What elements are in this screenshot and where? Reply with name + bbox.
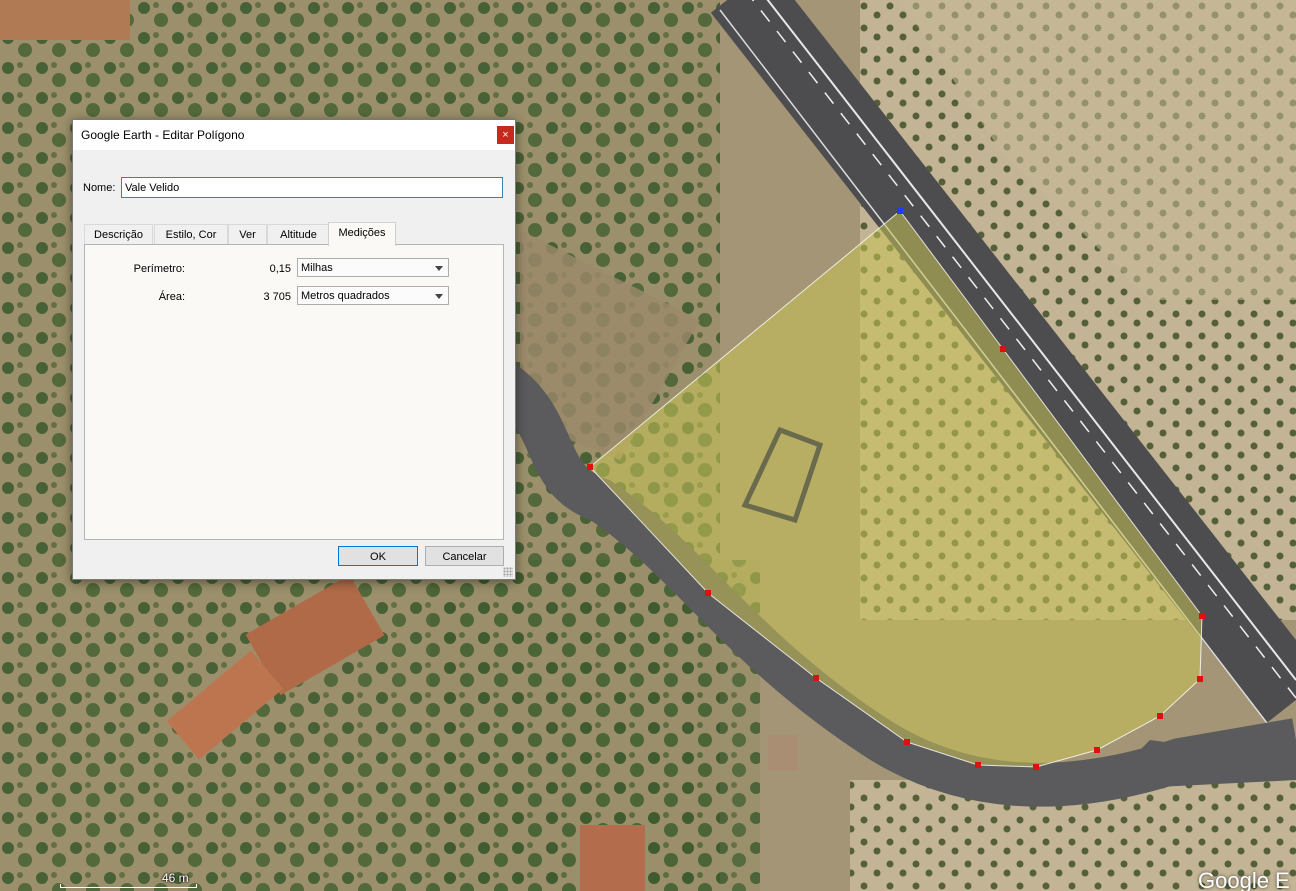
area-label: Área: xyxy=(158,291,185,303)
tab-altitude[interactable]: Altitude xyxy=(267,224,330,245)
polygon-vertex[interactable] xyxy=(1199,613,1205,619)
polygon-vertex[interactable] xyxy=(587,464,593,470)
area-unit-value: Metros quadrados xyxy=(301,290,390,302)
polygon-vertex[interactable] xyxy=(1094,747,1100,753)
ok-button[interactable]: OK xyxy=(338,546,418,566)
polygon-vertex[interactable] xyxy=(813,675,819,681)
perimeter-unit-value: Milhas xyxy=(301,262,333,274)
tab-estilo-cor[interactable]: Estilo, Cor xyxy=(154,224,228,245)
area-value: 3 705 xyxy=(263,291,291,303)
area-unit-select[interactable]: Metros quadrados xyxy=(297,286,449,305)
polygon-vertex[interactable] xyxy=(1033,764,1039,770)
perimeter-label: Perímetro: xyxy=(133,263,185,275)
perimeter-unit-select[interactable]: Milhas xyxy=(297,258,449,277)
polygon-vertex[interactable] xyxy=(975,762,981,768)
scale-label: 46 m xyxy=(162,871,189,885)
polygon-vertex[interactable] xyxy=(904,739,910,745)
dialog-titlebar[interactable]: Google Earth - Editar Polígono × xyxy=(73,120,515,150)
polygon-vertex-selected[interactable] xyxy=(897,208,903,214)
polygon-vertex[interactable] xyxy=(1157,713,1163,719)
polygon-vertex[interactable] xyxy=(705,590,711,596)
measurements-panel: Perímetro: 0,15 Milhas Área: 3 705 Metro… xyxy=(84,244,504,540)
polygon-vertex[interactable] xyxy=(1000,346,1006,352)
name-label: Nome: xyxy=(83,182,116,194)
perimeter-value: 0,15 xyxy=(269,263,291,275)
cancel-button[interactable]: Cancelar xyxy=(425,546,504,566)
google-earth-watermark: Google E xyxy=(1198,868,1290,891)
dialog-title: Google Earth - Editar Polígono xyxy=(81,128,245,142)
tab-descricao[interactable]: Descrição xyxy=(84,224,153,245)
chevron-down-icon xyxy=(435,294,443,299)
polygon-vertex[interactable] xyxy=(1197,676,1203,682)
name-input[interactable] xyxy=(121,177,503,198)
close-icon: × xyxy=(502,129,509,141)
tab-medicoes[interactable]: Medições xyxy=(328,222,396,246)
edit-polygon-dialog: Google Earth - Editar Polígono × Nome: D… xyxy=(72,119,516,580)
resize-grip-icon[interactable] xyxy=(503,567,513,577)
chevron-down-icon xyxy=(435,266,443,271)
tab-ver[interactable]: Ver xyxy=(228,224,267,245)
close-button[interactable]: × xyxy=(497,126,514,144)
